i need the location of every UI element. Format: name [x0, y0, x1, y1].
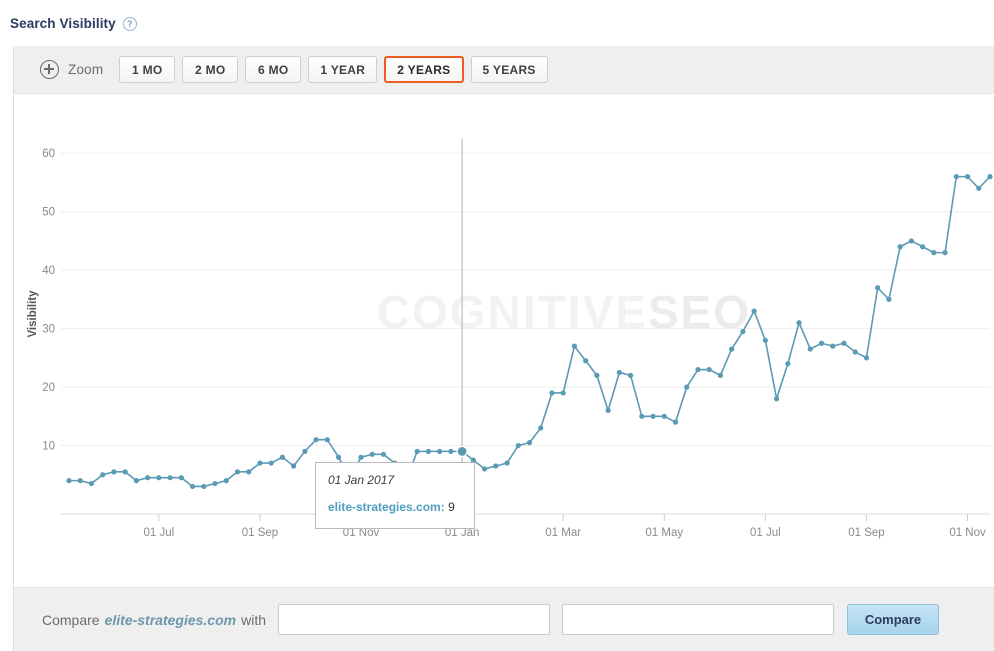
svg-text:Visibility: Visibility — [27, 290, 39, 338]
range-button-5years[interactable]: 5 YEARS — [470, 56, 548, 83]
svg-text:20: 20 — [42, 382, 55, 394]
zoom-in-circle-icon[interactable] — [40, 60, 59, 79]
chart-tooltip: 01 Jan 2017 elite-strategies.com: 9 — [315, 462, 475, 529]
panel-header: Search Visibility ? — [0, 0, 994, 46]
compare-domain-label: elite-strategies.com — [104, 611, 237, 628]
svg-text:01 May: 01 May — [645, 527, 683, 539]
range-button-6mo[interactable]: 6 MO — [245, 56, 302, 83]
svg-text:60: 60 — [42, 148, 55, 160]
svg-text:01 Sep: 01 Sep — [848, 527, 884, 539]
tooltip-value-row: elite-strategies.com: 9 — [328, 500, 462, 514]
svg-text:01 Mar: 01 Mar — [545, 527, 581, 539]
zoom-label: Zoom — [68, 62, 104, 77]
chart-plot-area[interactable]: COGNITIVESEO 10 20 30 40 50 60 Visibility 01 Ju… — [14, 94, 994, 586]
range-button-1year[interactable]: 1 YEAR — [308, 56, 378, 83]
svg-text:01 Jul: 01 Jul — [750, 527, 781, 539]
svg-text:01 Jul: 01 Jul — [144, 527, 175, 539]
svg-text:01 Nov: 01 Nov — [949, 527, 986, 539]
chart-card: Zoom 1 MO 2 MO 6 MO 1 YEAR 2 YEARS 5 YEA… — [13, 46, 994, 651]
svg-text:10: 10 — [42, 441, 55, 453]
svg-text:30: 30 — [42, 324, 55, 336]
page-title: Search Visibility — [10, 15, 116, 31]
range-button-2mo[interactable]: 2 MO — [182, 56, 239, 83]
compare-suffix-label: with — [241, 611, 266, 628]
compare-input-1[interactable] — [278, 604, 550, 635]
compare-prefix-label: Compare — [42, 611, 100, 628]
tooltip-series-label: elite-strategies.com: — [328, 500, 445, 514]
svg-text:50: 50 — [42, 207, 55, 219]
zoom-toolbar: Zoom 1 MO 2 MO 6 MO 1 YEAR 2 YEARS 5 YEA… — [14, 46, 994, 94]
range-button-2years[interactable]: 2 YEARS — [384, 56, 464, 83]
compare-bar: Compare elite-strategies.com with Compar… — [14, 587, 994, 651]
search-visibility-page: Search Visibility ? Zoom 1 MO 2 MO 6 MO … — [0, 0, 994, 651]
tooltip-value: 9 — [448, 500, 455, 514]
svg-text:01 Sep: 01 Sep — [242, 527, 278, 539]
svg-text:40: 40 — [42, 265, 55, 277]
range-button-1mo[interactable]: 1 MO — [119, 56, 176, 83]
compare-input-2[interactable] — [562, 604, 834, 635]
compare-button[interactable]: Compare — [847, 604, 939, 635]
tooltip-date: 01 Jan 2017 — [328, 473, 395, 487]
visibility-line-chart[interactable]: 10 20 30 40 50 60 Visibility 01 Jul 01 Sep 01 Nov… — [14, 94, 994, 586]
question-mark-circle-icon[interactable]: ? — [122, 17, 137, 31]
